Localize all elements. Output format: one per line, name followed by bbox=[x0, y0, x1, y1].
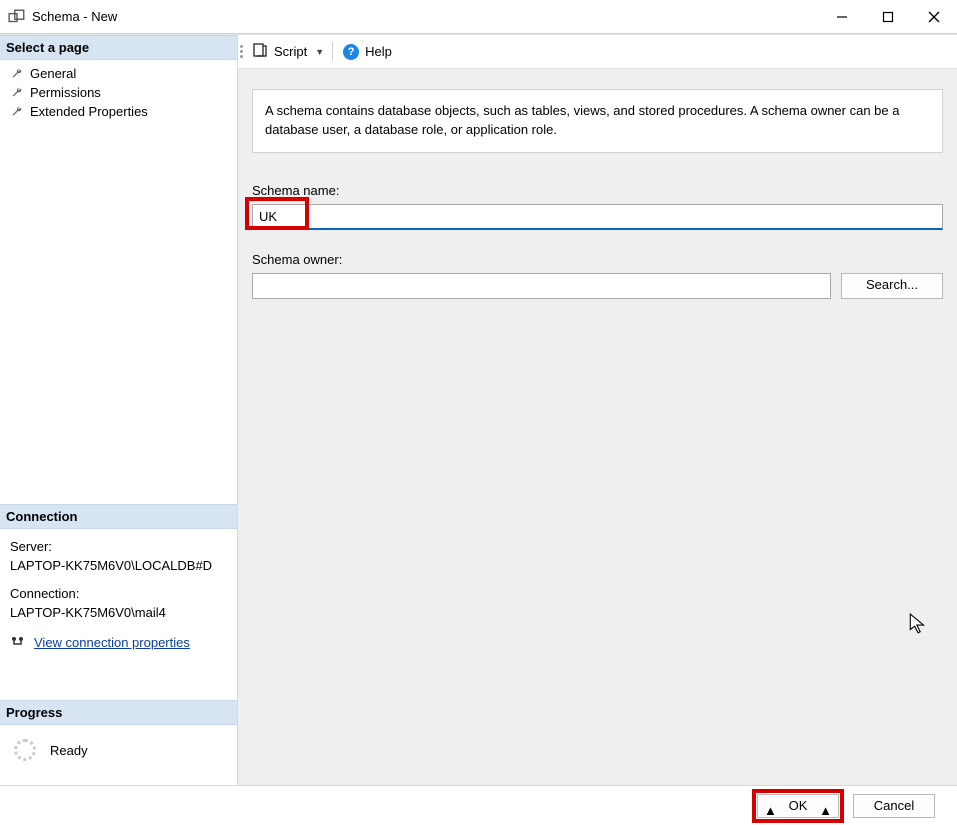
schema-owner-input[interactable] bbox=[252, 273, 831, 299]
description-box: A schema contains database objects, such… bbox=[252, 89, 943, 153]
sidebar: Select a page General Permissions Extend… bbox=[0, 35, 238, 785]
server-label: Server: bbox=[10, 537, 227, 557]
content-panel: Script ▼ ? Help A schema contains databa… bbox=[238, 35, 957, 785]
window-title: Schema - New bbox=[32, 9, 819, 24]
search-button[interactable]: Search... bbox=[841, 273, 943, 299]
help-button[interactable]: ? Help bbox=[335, 35, 400, 68]
close-button[interactable] bbox=[911, 0, 957, 33]
page-item-extended-properties[interactable]: Extended Properties bbox=[0, 102, 237, 121]
page-item-permissions[interactable]: Permissions bbox=[0, 83, 237, 102]
schema-form: Schema name: Schema owner: Search... bbox=[238, 153, 957, 299]
select-page-header: Select a page bbox=[0, 35, 237, 60]
connection-value: LAPTOP-KK75M6V0\mail4 bbox=[10, 603, 227, 623]
wrench-icon bbox=[10, 67, 24, 81]
script-icon bbox=[252, 42, 268, 61]
content-toolbar: Script ▼ ? Help bbox=[238, 35, 957, 69]
view-connection-properties-link[interactable]: View connection properties bbox=[34, 633, 190, 653]
page-list: General Permissions Extended Properties bbox=[0, 60, 237, 125]
schema-owner-label: Schema owner: bbox=[252, 252, 943, 267]
cancel-label: Cancel bbox=[874, 798, 914, 813]
page-item-label: General bbox=[30, 66, 76, 81]
wrench-icon bbox=[10, 105, 24, 119]
server-value: LAPTOP-KK75M6V0\LOCALDB#D bbox=[10, 556, 227, 576]
app-icon bbox=[8, 8, 26, 26]
connection-properties-icon bbox=[10, 634, 26, 650]
progress-body: Ready bbox=[0, 725, 237, 785]
cancel-button[interactable]: Cancel bbox=[853, 794, 935, 818]
wrench-icon bbox=[10, 86, 24, 100]
title-bar: Schema - New bbox=[0, 0, 957, 34]
ok-button[interactable]: OK ▲▲ bbox=[757, 794, 839, 818]
separator bbox=[332, 42, 333, 62]
help-label: Help bbox=[365, 44, 392, 59]
connection-header: Connection bbox=[0, 504, 237, 529]
page-item-general[interactable]: General bbox=[0, 64, 237, 83]
script-dropdown-caret[interactable]: ▼ bbox=[315, 47, 330, 57]
mouse-cursor-icon bbox=[909, 613, 927, 635]
page-item-label: Permissions bbox=[30, 85, 101, 100]
minimize-button[interactable] bbox=[819, 0, 865, 33]
schema-name-label: Schema name: bbox=[252, 183, 943, 198]
dialog-footer: OK ▲▲ Cancel bbox=[0, 785, 957, 825]
connection-label: Connection: bbox=[10, 584, 227, 604]
progress-spinner-icon bbox=[14, 739, 36, 761]
maximize-button[interactable] bbox=[865, 0, 911, 33]
schema-name-input[interactable] bbox=[252, 204, 943, 230]
progress-header: Progress bbox=[0, 700, 237, 725]
progress-status: Ready bbox=[50, 743, 88, 758]
connection-body: Server: LAPTOP-KK75M6V0\LOCALDB#D Connec… bbox=[0, 529, 237, 661]
script-label: Script bbox=[274, 44, 307, 59]
window-controls bbox=[819, 0, 957, 33]
ok-label: OK bbox=[789, 798, 808, 813]
help-icon: ? bbox=[343, 44, 359, 60]
page-item-label: Extended Properties bbox=[30, 104, 148, 119]
script-button[interactable]: Script bbox=[244, 35, 315, 68]
